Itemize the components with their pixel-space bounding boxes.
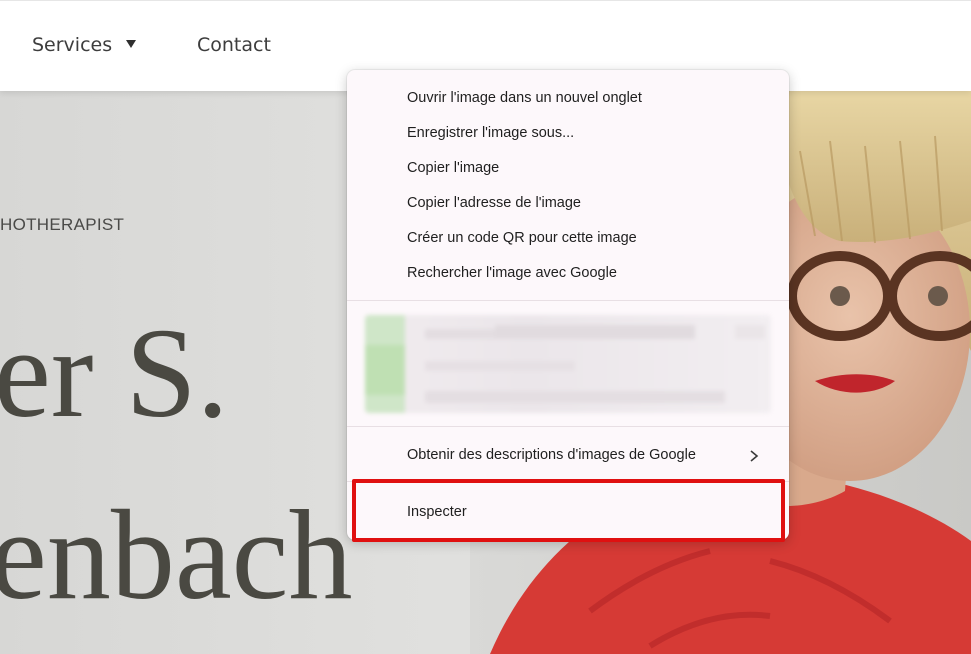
hero-name-line-2: enbach xyxy=(0,484,353,626)
chevron-right-icon xyxy=(750,450,759,462)
menu-item-copy-image[interactable]: Copier l'image xyxy=(347,151,789,186)
menu-item-label: Obtenir des descriptions d'images de Goo… xyxy=(407,447,696,463)
nav-contact[interactable]: Contact xyxy=(197,34,271,56)
blurred-content-graphic xyxy=(365,315,765,413)
menu-item-create-qr-code[interactable]: Créer un code QR pour cette image xyxy=(347,221,789,256)
menu-separator xyxy=(347,300,789,301)
hero-name-line-1: er S. xyxy=(0,302,229,444)
menu-separator xyxy=(347,481,789,482)
menu-item-get-image-descriptions[interactable]: Obtenir des descriptions d'images de Goo… xyxy=(347,438,789,473)
caret-down-icon[interactable] xyxy=(124,37,138,51)
menu-separator xyxy=(347,426,789,427)
image-context-menu: Ouvrir l'image dans un nouvel onglet Enr… xyxy=(347,70,789,540)
menu-item-open-image-new-tab[interactable]: Ouvrir l'image dans un nouvel onglet xyxy=(347,81,789,116)
nav-services[interactable]: Services xyxy=(32,34,112,56)
menu-item-search-image-google[interactable]: Rechercher l'image avec Google xyxy=(347,256,789,291)
menu-item-inspect[interactable]: Inspecter xyxy=(347,495,789,530)
menu-item-save-image-as[interactable]: Enregistrer l'image sous... xyxy=(347,116,789,151)
menu-item-copy-image-address[interactable]: Copier l'adresse de l'image xyxy=(347,186,789,221)
blurred-extension-panel xyxy=(365,315,771,413)
hero-eyebrow: HOTHERAPIST xyxy=(0,215,125,234)
